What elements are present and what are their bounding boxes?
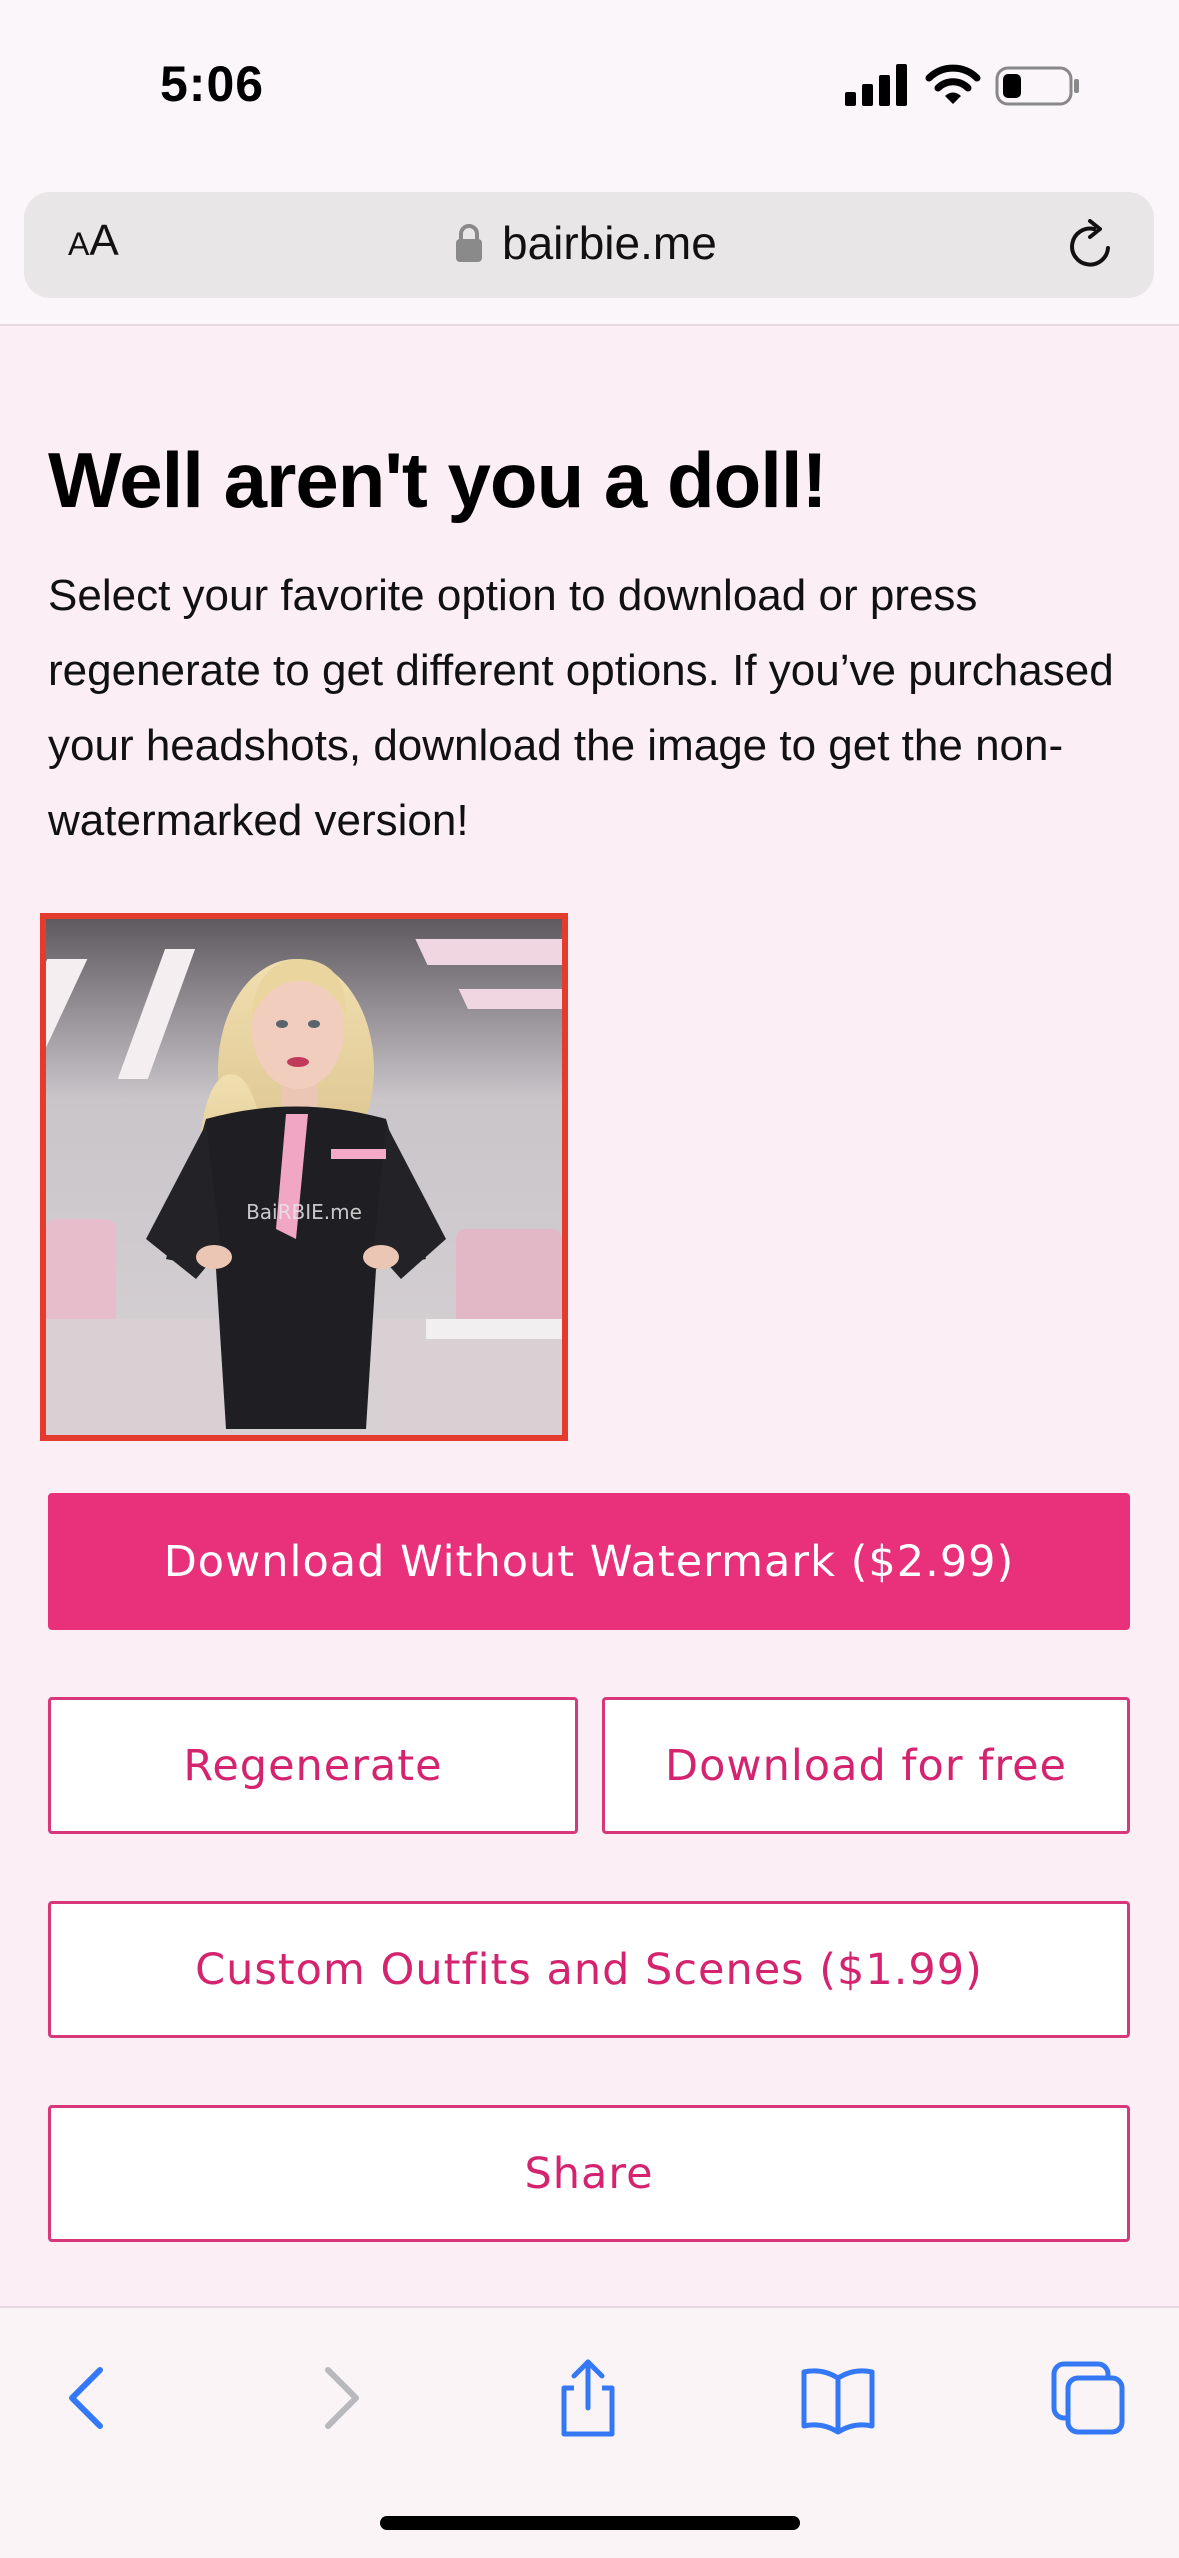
text-size-label-small: A [68, 226, 90, 262]
share-icon[interactable] [548, 2358, 628, 2438]
regenerate-button[interactable]: Regenerate [48, 1697, 578, 1834]
download-without-watermark-button[interactable]: Download Without Watermark ($2.99) [48, 1493, 1130, 1630]
download-free-button[interactable]: Download for free [602, 1697, 1130, 1834]
image-watermark: BaiRBIE.me [246, 1200, 362, 1224]
headshot-illustration: BaiRBIE.me [46, 919, 562, 1435]
cellular-signal-icon [845, 64, 907, 106]
battery-icon [995, 66, 1079, 106]
back-icon[interactable] [48, 2358, 128, 2438]
home-indicator[interactable] [380, 2516, 800, 2530]
forward-icon[interactable] [300, 2358, 380, 2438]
generated-headshot-image[interactable]: BaiRBIE.me [40, 913, 568, 1441]
page-title: Well aren't you a doll! [48, 436, 828, 524]
bookmarks-icon[interactable] [798, 2358, 878, 2438]
status-bar: 5:06 [0, 0, 1179, 180]
lock-icon [456, 224, 482, 262]
custom-outfits-button[interactable]: Custom Outfits and Scenes ($1.99) [48, 1901, 1130, 2038]
status-time: 5:06 [160, 56, 265, 112]
text-size-label-large: A [89, 216, 119, 265]
reload-icon[interactable] [1062, 218, 1118, 274]
share-button[interactable]: Share [48, 2105, 1130, 2242]
address-bar[interactable]: AA bairbie.me [24, 192, 1154, 298]
text-size-button[interactable]: AA [68, 216, 158, 276]
url-text[interactable]: bairbie.me [502, 216, 717, 270]
browser-address-area: AA bairbie.me [0, 180, 1179, 326]
wifi-icon [925, 64, 981, 104]
page-description: Select your favorite option to download … [48, 571, 1114, 845]
tabs-icon[interactable] [1048, 2358, 1128, 2438]
